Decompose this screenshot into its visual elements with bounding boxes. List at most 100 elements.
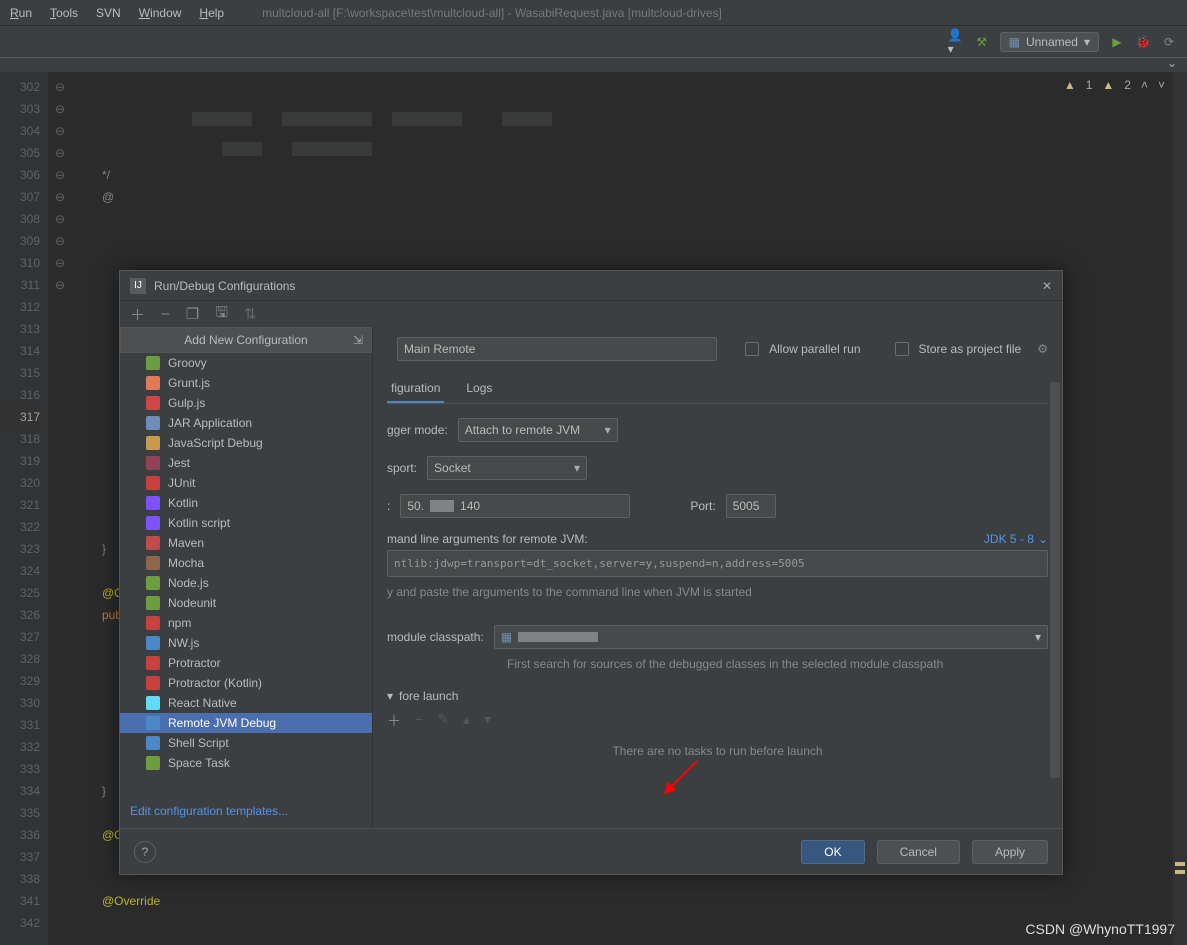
config-type-icon <box>146 616 160 630</box>
config-type-list[interactable]: Groovy Grunt.jsGulp.jsJAR ApplicationJava… <box>120 353 372 794</box>
sort-config-icon[interactable]: ⇅ <box>244 305 257 323</box>
ok-button[interactable]: OK <box>801 840 864 864</box>
cancel-button[interactable]: Cancel <box>877 840 960 864</box>
config-type-item[interactable]: React Native <box>120 693 372 713</box>
apply-button[interactable]: Apply <box>972 840 1048 864</box>
warning-icon[interactable]: ▲ <box>1064 78 1076 92</box>
port-input[interactable] <box>726 494 776 518</box>
tabs-chevron-icon[interactable]: ⌄ <box>1167 56 1177 70</box>
store-project-label: Store as project file <box>919 342 1022 356</box>
config-type-item[interactable]: Kotlin <box>120 493 372 513</box>
add-config-icon[interactable]: ＋ <box>130 304 145 325</box>
app-icon: IJ <box>130 278 146 294</box>
scrollbar[interactable] <box>1050 382 1060 778</box>
config-type-item[interactable]: Node.js <box>120 573 372 593</box>
help-button[interactable]: ? <box>134 841 156 863</box>
before-launch-header[interactable]: ▾ fore launch <box>387 689 1048 703</box>
config-type-item[interactable]: JUnit <box>120 473 372 493</box>
config-right-panel: Allow parallel run Store as project file… <box>372 327 1062 828</box>
save-config-icon[interactable]: 🖫 <box>215 302 228 327</box>
config-type-item[interactable]: NW.js <box>120 633 372 653</box>
module-classpath-select[interactable]: ▦ ▾ <box>494 625 1048 649</box>
config-type-item[interactable]: Groovy <box>120 353 372 373</box>
config-type-item[interactable]: Remote JVM Debug <box>120 713 372 733</box>
hammer-icon[interactable]: ⚒ <box>974 34 990 50</box>
tab-logs[interactable]: Logs <box>462 375 496 403</box>
menu-window[interactable]: Window <box>139 6 182 20</box>
menu-run[interactable]: Run <box>10 6 32 20</box>
code-override: @Override <box>102 894 160 908</box>
close-icon[interactable]: ✕ <box>1042 279 1052 293</box>
config-type-icon <box>146 356 160 370</box>
debug-icon[interactable]: 🐞 <box>1135 34 1151 50</box>
config-type-icon <box>146 676 160 690</box>
config-type-label: Nodeunit <box>168 596 216 610</box>
host-input[interactable]: 50. 140 <box>400 494 630 518</box>
dialog-titlebar: IJ Run/Debug Configurations ✕ <box>120 271 1062 301</box>
store-project-checkbox[interactable] <box>895 342 909 356</box>
menu-svn[interactable]: SVN <box>96 6 121 20</box>
run-icon[interactable]: ▶ <box>1109 34 1125 50</box>
config-type-label: npm <box>168 616 191 630</box>
remove-config-icon[interactable]: − <box>161 306 170 323</box>
warning-icon-2[interactable]: ▲ <box>1102 78 1114 92</box>
chevron-up-icon[interactable]: ˄ <box>1141 78 1148 92</box>
chevron-down-icon: ▾ <box>574 461 580 475</box>
config-type-item[interactable]: Space Task <box>120 753 372 773</box>
edit-templates-link[interactable]: Edit configuration templates... <box>120 794 372 828</box>
copy-config-icon[interactable]: ❐ <box>186 305 199 323</box>
chevron-down-icon: ▾ <box>605 423 611 437</box>
config-type-item[interactable]: npm <box>120 613 372 633</box>
config-type-label: Groovy <box>168 356 207 370</box>
transport-select[interactable]: Socket▾ <box>427 456 587 480</box>
config-type-icon <box>146 436 160 450</box>
config-type-item[interactable]: Grunt.js <box>120 373 372 393</box>
before-launch-toolbar: ＋ − ✎ ▴ ▾ <box>387 711 1048 731</box>
chevron-down-icon: ▾ <box>1084 35 1090 49</box>
pin-icon[interactable]: ⇲ <box>353 333 363 347</box>
config-type-item[interactable]: Gulp.js <box>120 393 372 413</box>
run-config-selector[interactable]: ▦ Unnamed ▾ <box>1000 32 1099 52</box>
config-type-icon <box>146 756 160 770</box>
user-icon[interactable]: 👤▾ <box>948 34 964 50</box>
jdk-version-link[interactable]: JDK 5 - 8 ⌄ <box>984 532 1048 546</box>
editor-tabs: ⌄ <box>0 58 1187 72</box>
move-down-icon[interactable]: ▾ <box>484 711 491 731</box>
config-type-label: Node.js <box>168 576 209 590</box>
move-up-icon[interactable]: ▴ <box>463 711 470 731</box>
config-type-label: Mocha <box>168 556 204 570</box>
config-type-item[interactable]: Kotlin script <box>120 513 372 533</box>
config-type-item[interactable]: Protractor <box>120 653 372 673</box>
gear-icon[interactable]: ⚙ <box>1037 342 1048 356</box>
allow-parallel-checkbox[interactable] <box>745 342 759 356</box>
config-type-icon <box>146 716 160 730</box>
config-type-item[interactable]: Maven <box>120 533 372 553</box>
config-type-item[interactable]: Jest <box>120 453 372 473</box>
cmd-hint: y and paste the arguments to the command… <box>387 585 1048 599</box>
config-type-item[interactable]: Protractor (Kotlin) <box>120 673 372 693</box>
menu-tools[interactable]: Tools <box>50 6 78 20</box>
tab-configuration[interactable]: figuration <box>387 375 444 403</box>
menu-help[interactable]: Help <box>199 6 224 20</box>
debugger-mode-select[interactable]: Attach to remote JVM▾ <box>458 418 618 442</box>
add-new-configuration[interactable]: Add New Configuration ⇲ <box>120 327 372 353</box>
config-type-item[interactable]: Shell Script <box>120 733 372 753</box>
edit-task-icon[interactable]: ✎ <box>437 711 449 731</box>
config-type-item[interactable]: JAR Application <box>120 413 372 433</box>
config-type-label: Kotlin script <box>168 516 230 530</box>
config-type-item[interactable]: Mocha <box>120 553 372 573</box>
chevron-down-icon[interactable]: ˅ <box>1158 78 1165 92</box>
config-type-icon <box>146 576 160 590</box>
config-type-label: Remote JVM Debug <box>168 716 276 730</box>
coverage-icon[interactable]: ⟳ <box>1161 34 1177 50</box>
remove-task-icon[interactable]: − <box>415 711 423 731</box>
config-tabs: figuration Logs <box>387 375 1048 404</box>
config-type-icon <box>146 376 160 390</box>
run-config-label: Unnamed <box>1026 35 1078 49</box>
config-type-item[interactable]: JavaScript Debug <box>120 433 372 453</box>
config-type-icon <box>146 536 160 550</box>
config-name-input[interactable] <box>397 337 717 361</box>
add-task-icon[interactable]: ＋ <box>387 711 401 731</box>
config-type-item[interactable]: Nodeunit <box>120 593 372 613</box>
cmd-args-field[interactable]: ntlib:jdwp=transport=dt_socket,server=y,… <box>387 550 1048 577</box>
